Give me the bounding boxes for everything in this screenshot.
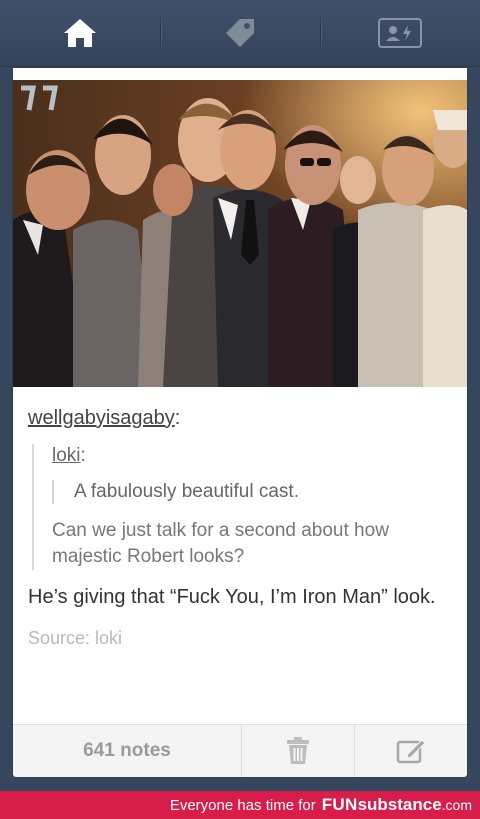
delete-button[interactable] bbox=[241, 725, 354, 777]
reblog-author-link[interactable]: wellgabyisagaby bbox=[28, 407, 175, 429]
trash-icon bbox=[287, 737, 309, 764]
edit-icon bbox=[396, 739, 426, 764]
original-quote-text: A fabulously beautiful cast. bbox=[52, 480, 448, 504]
post-card: wellgabyisagaby: loki: A fabulously beau… bbox=[13, 68, 467, 777]
quote-author-line: loki: bbox=[52, 444, 448, 468]
author-colon: : bbox=[174, 407, 181, 429]
cast-photo-image bbox=[13, 80, 467, 387]
top-nav-bar bbox=[0, 0, 480, 67]
nav-tags-button[interactable] bbox=[160, 0, 320, 66]
quote-author-colon: : bbox=[80, 445, 86, 466]
post-body: wellgabyisagaby: loki: A fabulously beau… bbox=[28, 406, 448, 649]
reblog-quote: loki: A fabulously beautiful cast. Can w… bbox=[32, 444, 448, 570]
nav-home-button[interactable] bbox=[0, 0, 160, 66]
watermark-brand-fun: FUN bbox=[321, 795, 358, 814]
watermark-brand-substance: substance bbox=[357, 795, 442, 814]
account-card-icon bbox=[378, 18, 422, 48]
reblog-author-line: wellgabyisagaby: bbox=[28, 406, 448, 430]
watermark-tagline: Everyone has time for bbox=[169, 796, 316, 814]
post-footer: 641 notes bbox=[13, 724, 467, 777]
watermark-banner: Everyone has time for FUN substance .com bbox=[0, 791, 480, 819]
quote-reply-text: Can we just talk for a second about how … bbox=[52, 520, 389, 567]
notes-count[interactable]: 641 notes bbox=[13, 725, 241, 777]
nav-account-button[interactable] bbox=[320, 0, 480, 66]
tag-icon bbox=[226, 19, 254, 47]
quote-author-link[interactable]: loki bbox=[52, 445, 81, 466]
home-icon bbox=[64, 19, 96, 47]
edit-button[interactable] bbox=[354, 725, 467, 777]
post-photo[interactable] bbox=[13, 80, 467, 387]
post-main-text: He’s giving that “Fuck You, I’m Iron Man… bbox=[28, 586, 436, 608]
post-source[interactable]: Source: loki bbox=[28, 628, 448, 649]
watermark-domain: .com bbox=[441, 797, 472, 813]
